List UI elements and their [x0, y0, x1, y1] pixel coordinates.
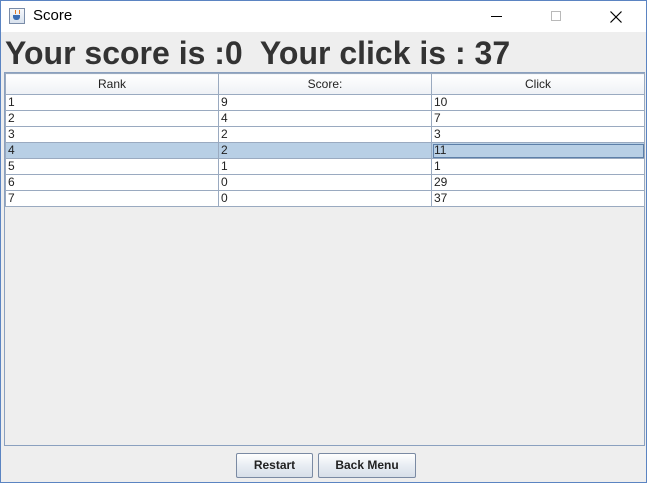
cell-rank[interactable]: 2	[5, 110, 219, 127]
table-header-row: Rank Score: Click	[5, 73, 645, 95]
cell-click[interactable]: 29	[431, 174, 645, 191]
table-row-selected[interactable]: 4 2 11	[5, 142, 645, 159]
cell-rank[interactable]: 3	[5, 126, 219, 143]
score-table[interactable]: Rank Score: Click 1 9 10 2 4 7 3 2 3 4 2…	[5, 73, 645, 207]
restart-button[interactable]: Restart	[236, 453, 313, 478]
table-row[interactable]: 1 9 10	[5, 94, 645, 111]
close-icon	[610, 11, 622, 23]
button-bar: Restart Back Menu	[1, 453, 646, 479]
java-cup-icon	[9, 8, 25, 24]
cell-click[interactable]: 10	[431, 94, 645, 111]
score-window: Score Your score is :0 Your click is : 3…	[0, 0, 647, 483]
column-header-rank[interactable]: Rank	[5, 73, 219, 95]
column-header-click[interactable]: Click	[431, 73, 645, 95]
table-row[interactable]: 5 1 1	[5, 158, 645, 175]
cell-rank[interactable]: 6	[5, 174, 219, 191]
maximize-icon	[551, 11, 561, 21]
minimize-button[interactable]	[475, 1, 521, 32]
cell-score[interactable]: 0	[218, 190, 432, 207]
cell-rank[interactable]: 7	[5, 190, 219, 207]
cell-click[interactable]: 1	[431, 158, 645, 175]
table-row[interactable]: 3 2 3	[5, 126, 645, 143]
score-heading: Your score is :0 Your click is : 37	[5, 35, 511, 71]
close-button[interactable]	[593, 1, 639, 32]
table-row[interactable]: 6 0 29	[5, 174, 645, 191]
cell-rank[interactable]: 1	[5, 94, 219, 111]
cell-click[interactable]: 7	[431, 110, 645, 127]
minimize-icon	[491, 16, 502, 17]
score-table-scrollpane[interactable]: Rank Score: Click 1 9 10 2 4 7 3 2 3 4 2…	[4, 72, 645, 446]
cell-click[interactable]: 3	[431, 126, 645, 143]
cell-score[interactable]: 2	[218, 142, 432, 159]
back-menu-button[interactable]: Back Menu	[318, 453, 416, 478]
window-title: Score	[33, 7, 73, 24]
cell-score[interactable]: 2	[218, 126, 432, 143]
cell-click[interactable]: 37	[431, 190, 645, 207]
cell-rank[interactable]: 5	[5, 158, 219, 175]
table-row[interactable]: 2 4 7	[5, 110, 645, 127]
maximize-button[interactable]	[534, 1, 580, 32]
title-bar[interactable]: Score	[1, 1, 646, 32]
cell-rank[interactable]: 4	[5, 142, 219, 159]
cell-score[interactable]: 9	[218, 94, 432, 111]
table-row[interactable]: 7 0 37	[5, 190, 645, 207]
column-header-score[interactable]: Score:	[218, 73, 432, 95]
cell-score[interactable]: 4	[218, 110, 432, 127]
cell-score[interactable]: 0	[218, 174, 432, 191]
cell-click-focused[interactable]: 11	[431, 142, 645, 159]
cell-score[interactable]: 1	[218, 158, 432, 175]
